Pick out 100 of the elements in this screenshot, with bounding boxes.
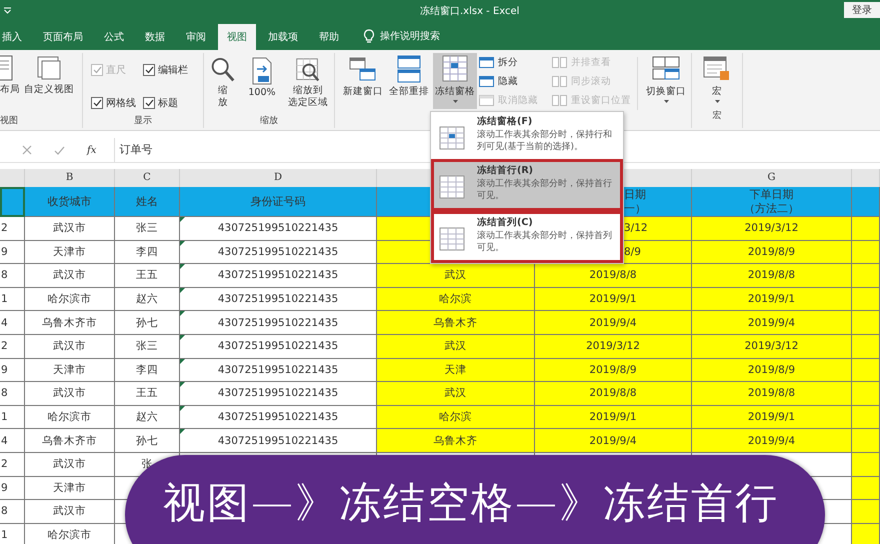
grid-magnifier-icon [294,57,321,84]
pane-icon [479,56,494,68]
table-cell: 乌鲁木齐市 [25,311,115,335]
cancel-icon[interactable] [22,145,32,155]
error-triangle-icon [180,382,185,388]
window-title: 冻结窗口.xlsx - Excel [420,4,520,18]
freeze-grid-icon [442,55,468,83]
table-cell: 8 [0,264,25,288]
table-cell: 430725199510221435 [180,217,377,241]
table-cell [852,382,880,406]
customize-caret-icon[interactable] [3,7,12,14]
table-cell: 张三 [115,217,180,241]
table-cell: 天津市 [25,358,115,382]
ribbon-tab[interactable]: 公式 [95,24,133,50]
pane-icon [479,76,494,86]
table-cell: 哈尔滨 [377,406,535,430]
lightbulb-icon [363,29,375,44]
table-cell: 乌鲁木齐 [377,311,535,335]
table-cell: 8 [0,382,25,406]
error-triangle-icon [180,358,185,364]
table-cell [852,500,880,524]
table-cell: 孙七 [115,311,180,335]
table-cell: 2019/3/12 [535,334,692,359]
table-cell: 430725199510221435 [180,406,377,430]
check-icon [92,98,102,107]
table-cell: 2 [0,334,25,359]
table-cell: 2019/8/8 [535,264,692,288]
macros-button[interactable]: 宏 [701,53,733,109]
zoom-to-selection-button[interactable]: 缩放到 选定区域 [286,55,330,111]
table-header-cell: 身份证号码 [180,187,377,217]
side-by-side-icon [552,76,567,86]
table-cell: 430725199510221435 [180,288,377,312]
checkbox[interactable]: 编辑栏 [143,59,203,82]
ribbon-tab[interactable]: 帮助 [310,24,348,50]
table-cell [852,524,880,544]
ribbon-tab[interactable]: 视图 [218,24,256,50]
table-cell: 2019/9/4 [692,429,852,453]
ribbon-tab[interactable]: 加载项 [259,24,307,50]
group-label: 缩放 [259,114,279,128]
sign-in-button[interactable]: 登录 [844,2,880,18]
menu-item[interactable]: 冻结窗格(F) 滚动工作表其余部分时，保持行和列可见(基于当前的选择)。 [431,112,623,159]
window-command-button[interactable]: 全部重排 [387,53,431,109]
table-cell [852,358,880,382]
table-cell: 2019/9/1 [535,406,692,430]
table-cell: 430725199510221435 [180,264,377,288]
table-cell: 2019/9/4 [692,311,852,335]
error-triangle-icon [180,406,185,411]
table-cell: 哈尔滨市 [25,406,115,430]
table-cell: 1 [0,288,25,312]
table-cell: 武汉 [377,264,535,288]
table-cell: 2019/3/12 [692,334,852,359]
window-command-button[interactable]: 冻结窗格 [433,53,477,109]
magnifier-icon [210,57,236,84]
window-option-button[interactable]: 隐藏 [479,73,538,89]
insert-function-button[interactable]: fx [87,144,96,156]
table-cell: 王五 [115,382,180,406]
window-option-button[interactable]: 拆分 [479,54,538,70]
table-cell: 2019/8/9 [692,358,852,382]
page-layout-view-button[interactable]: 布局 [0,53,22,109]
window-command-button[interactable]: 新建窗口 [341,53,385,109]
ribbon-tab[interactable]: 数据 [136,24,174,50]
table-cell: 9 [0,358,25,382]
table-cell [852,476,880,500]
pane-icon [479,94,494,106]
table-cell [852,406,880,430]
table-cell: 1 [0,406,25,430]
table-cell: 孙七 [115,429,180,453]
table-cell: 武汉市 [25,217,115,241]
enter-icon[interactable] [54,146,65,154]
table-cell [852,240,880,264]
switch-windows-button[interactable]: 切换窗口 [644,53,688,109]
ribbon-tab[interactable]: 页面布局 [34,24,92,50]
checkbox[interactable]: 标题 [143,92,203,114]
table-cell [852,311,880,335]
ribbon-tab[interactable]: 插入 [0,24,31,50]
arrange-icon [395,55,423,83]
caret-icon [664,100,668,103]
table-cell: 2019/9/1 [692,288,852,312]
error-triangle-icon [180,240,185,246]
table-cell: 430725199510221435 [180,429,377,453]
table-cell: 天津市 [25,240,115,264]
table-cell: 赵六 [115,406,180,430]
table-header-cell: 下单日期 （方法二） [692,187,852,217]
error-triangle-icon [180,311,185,316]
menu-item[interactable]: 冻结首行(R) 滚动工作表其余部分时，保持首行可见。 [431,159,623,211]
ribbon-tab[interactable]: 审阅 [177,24,215,50]
zoom-100-button[interactable]: 100% [246,55,278,111]
table-header-cell: 姓名 [115,187,180,217]
table-cell: 武汉市 [25,334,115,359]
table-cell: 4 [0,311,25,335]
table-cell: 天津市 [25,476,115,500]
tell-me-search[interactable]: 操作说明搜索 [380,29,440,43]
checkbox[interactable]: 网格线 [91,92,143,114]
custom-views-button[interactable]: 自定义视图 [22,53,76,109]
error-triangle-icon [180,429,185,434]
zoom-button[interactable]: 缩 放 [208,55,238,111]
table-cell: 2019/8/8 [692,264,852,288]
table-cell: 2 [0,452,25,477]
table-cell: 2019/9/4 [535,311,692,335]
table-cell: 2019/9/1 [535,288,692,312]
